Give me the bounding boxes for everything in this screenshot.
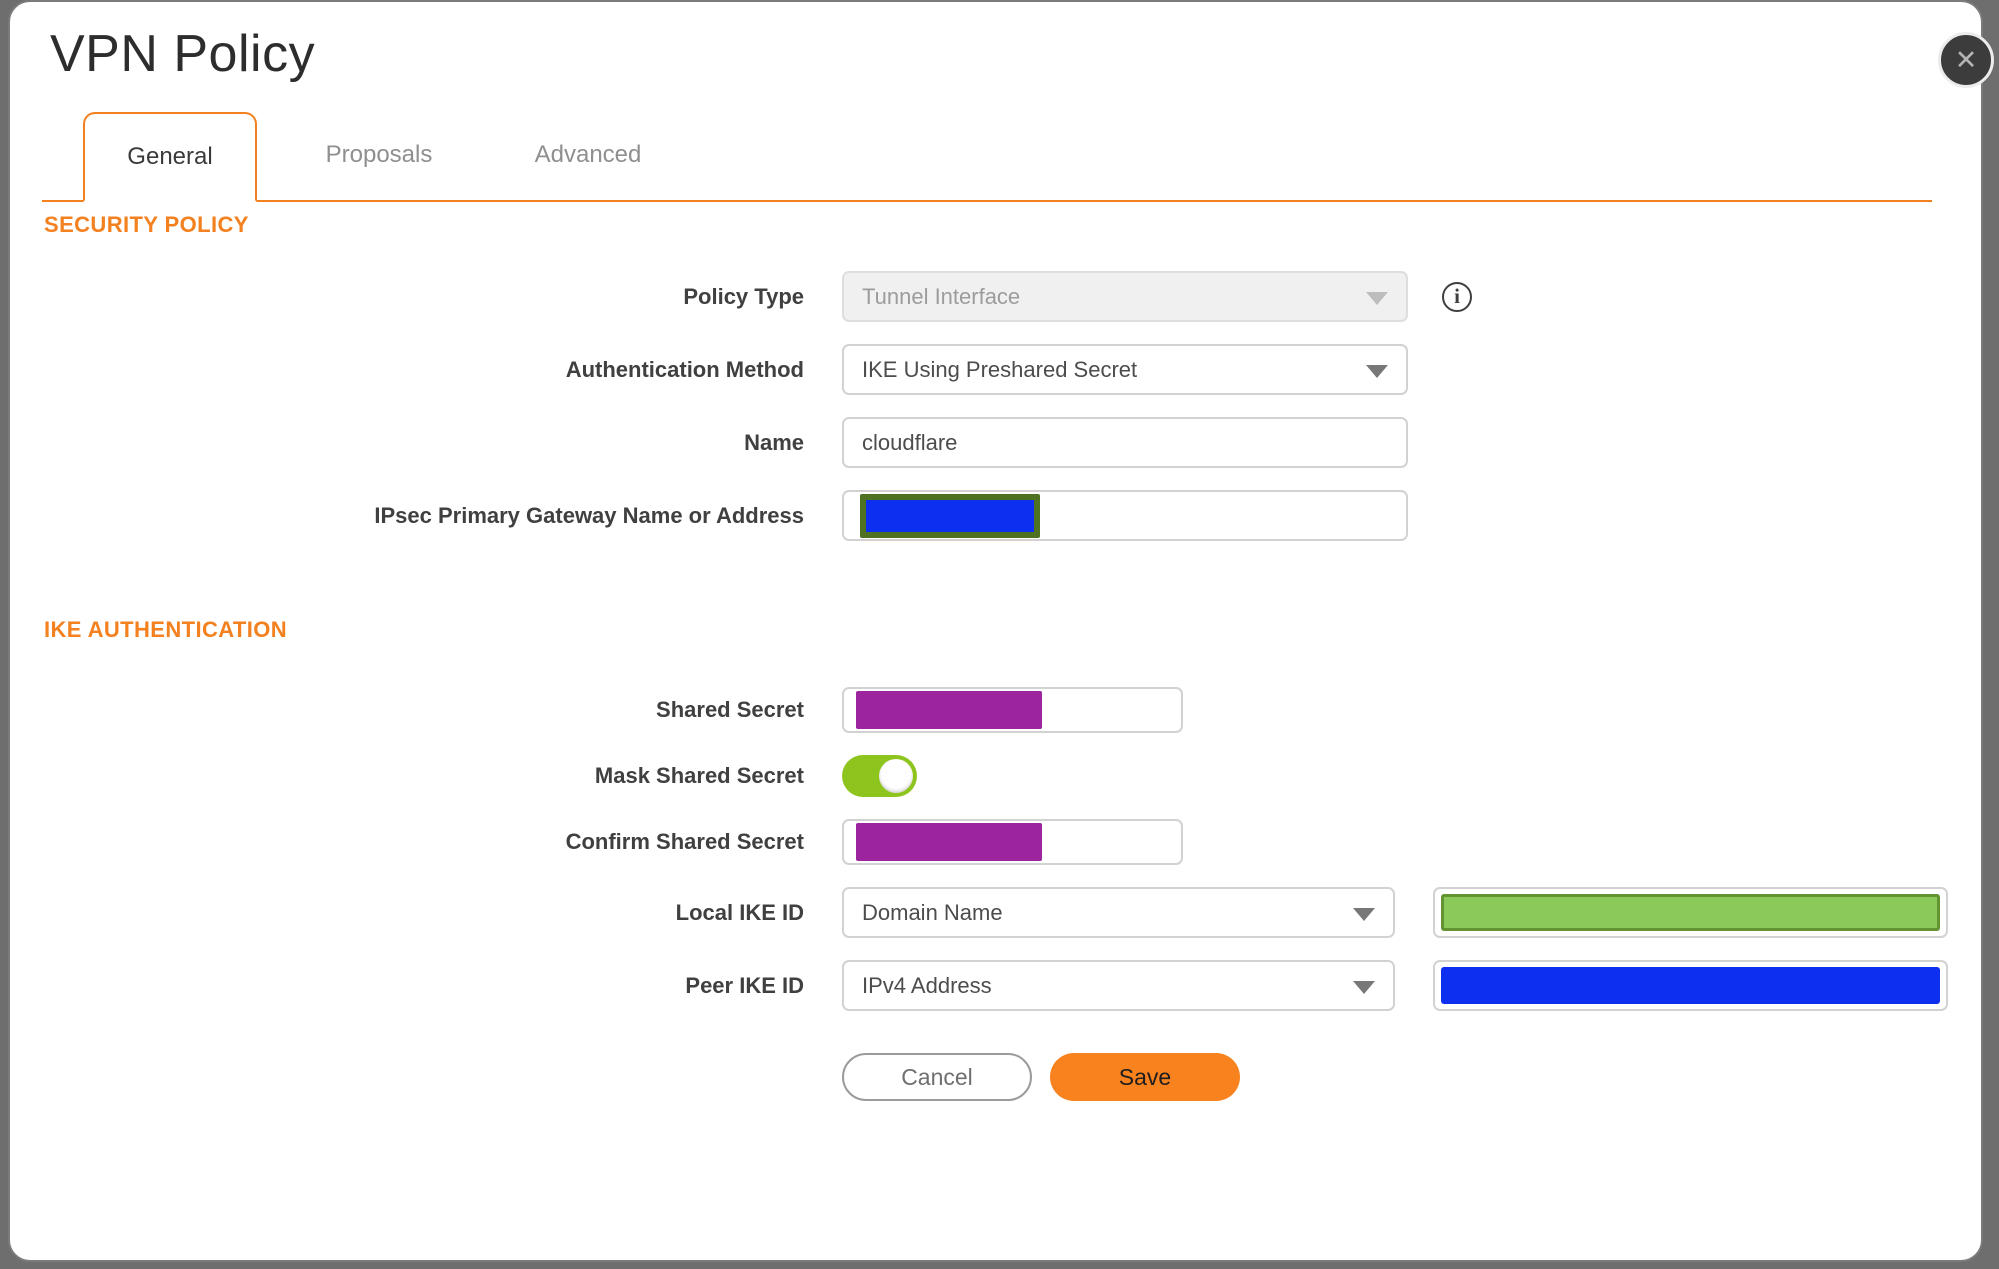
peer-ike-id-input[interactable] <box>1433 960 1948 1011</box>
mask-shared-secret-toggle[interactable] <box>842 755 917 797</box>
name-value: cloudflare <box>862 429 958 455</box>
redaction-mask <box>856 823 1042 861</box>
chevron-down-icon <box>1366 364 1388 378</box>
section-heading-security-policy: SECURITY POLICY <box>44 212 249 237</box>
shared-secret-row: Shared Secret <box>44 687 1981 733</box>
tab-bar: General Proposals Advanced <box>42 110 1932 202</box>
policy-type-row: Policy Type Tunnel Interface i <box>44 271 1981 322</box>
policy-type-label: Policy Type <box>683 283 804 309</box>
chevron-down-icon <box>1366 291 1388 305</box>
tab-general[interactable]: General <box>83 112 257 202</box>
local-ike-id-type-value: Domain Name <box>862 899 1003 925</box>
gateway-row: IPsec Primary Gateway Name or Address <box>44 490 1981 541</box>
info-icon[interactable]: i <box>1442 281 1472 312</box>
confirm-shared-secret-row: Confirm Shared Secret <box>44 819 1981 865</box>
redaction-mask <box>856 691 1042 729</box>
tab-label: Advanced <box>534 141 642 168</box>
auth-method-select[interactable]: IKE Using Preshared Secret <box>842 344 1408 395</box>
tab-label: General <box>127 143 213 170</box>
peer-ike-id-type-select[interactable]: IPv4 Address <box>842 960 1395 1011</box>
policy-type-select: Tunnel Interface <box>842 271 1408 322</box>
redaction-mask <box>1441 967 1940 1004</box>
gateway-input[interactable] <box>842 490 1408 541</box>
peer-ike-id-type-value: IPv4 Address <box>862 972 992 998</box>
close-button[interactable]: ✕ <box>1938 32 1994 88</box>
section-heading-ike-authentication: IKE AUTHENTICATION <box>44 617 288 642</box>
peer-ike-id-label: Peer IKE ID <box>685 972 804 998</box>
confirm-shared-secret-label: Confirm Shared Secret <box>565 829 804 854</box>
tab-advanced[interactable]: Advanced <box>501 110 675 200</box>
shared-secret-label: Shared Secret <box>656 697 804 722</box>
local-ike-id-label: Local IKE ID <box>675 899 804 925</box>
gateway-label: IPsec Primary Gateway Name or Address <box>374 502 804 528</box>
mask-shared-secret-label: Mask Shared Secret <box>594 763 804 788</box>
auth-method-label: Authentication Method <box>565 356 804 382</box>
redaction-mask <box>1441 894 1940 931</box>
toggle-knob <box>879 759 913 793</box>
local-ike-id-input[interactable] <box>1433 887 1948 938</box>
chevron-down-icon <box>1353 907 1375 921</box>
name-input[interactable]: cloudflare <box>842 417 1408 468</box>
local-ike-id-type-select[interactable]: Domain Name <box>842 887 1395 938</box>
cancel-button[interactable]: Cancel <box>842 1053 1032 1101</box>
shared-secret-input[interactable] <box>842 687 1183 733</box>
mask-shared-secret-row: Mask Shared Secret <box>44 755 1981 797</box>
policy-type-value: Tunnel Interface <box>862 283 1021 309</box>
peer-ike-id-row: Peer IKE ID IPv4 Address <box>44 960 1981 1011</box>
redaction-mask <box>860 493 1040 538</box>
tab-proposals[interactable]: Proposals <box>292 110 466 200</box>
name-label: Name <box>744 429 804 455</box>
save-button[interactable]: Save <box>1050 1053 1240 1101</box>
auth-method-value: IKE Using Preshared Secret <box>862 356 1138 382</box>
name-row: Name cloudflare <box>44 417 1981 468</box>
close-icon: ✕ <box>1954 44 1978 75</box>
confirm-shared-secret-input[interactable] <box>842 819 1183 865</box>
action-buttons-row: Cancel Save <box>44 1053 1981 1101</box>
page-title: VPN Policy <box>50 25 316 83</box>
chevron-down-icon <box>1353 980 1375 994</box>
vpn-policy-dialog: ✕ VPN Policy General Proposals Advanced … <box>8 0 1994 1262</box>
local-ike-id-row: Local IKE ID Domain Name <box>44 887 1981 938</box>
auth-method-row: Authentication Method IKE Using Preshare… <box>44 344 1981 395</box>
tab-label: Proposals <box>325 141 433 168</box>
